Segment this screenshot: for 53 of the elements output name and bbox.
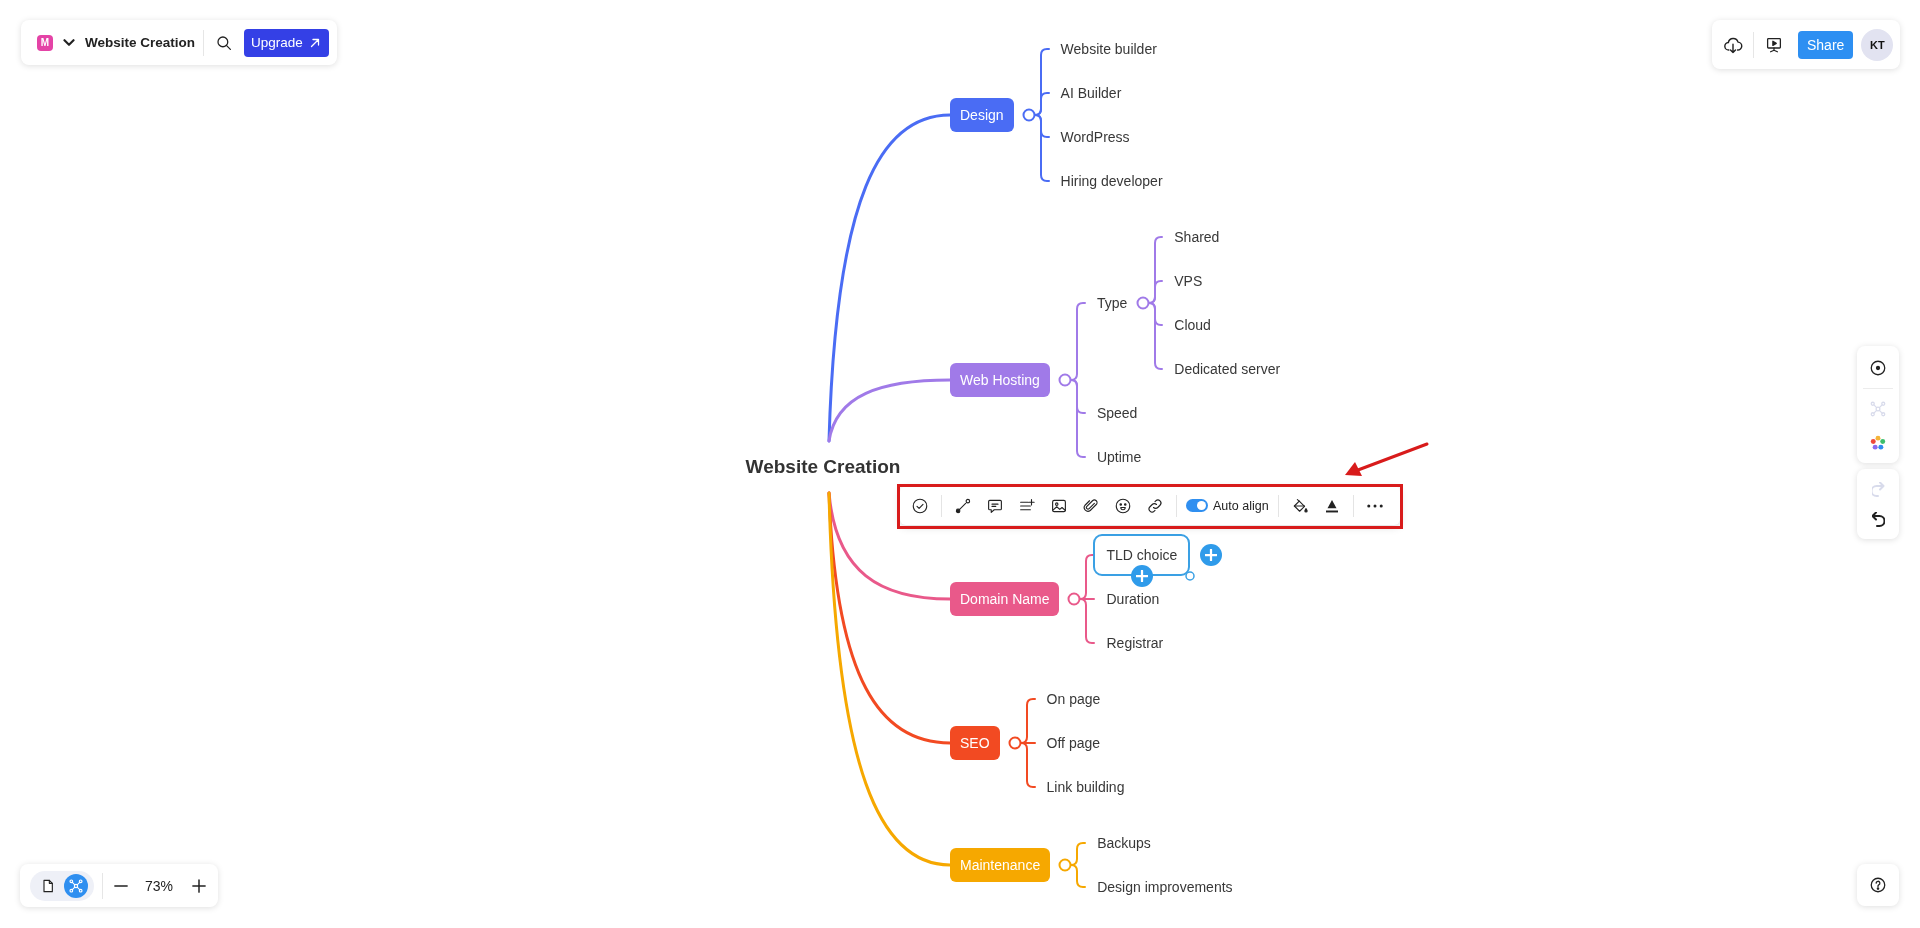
central-topic[interactable]: Website Creation bbox=[737, 451, 909, 483]
junction-ring-icon[interactable] bbox=[1136, 296, 1150, 310]
app-logo[interactable]: M bbox=[37, 34, 53, 51]
more-icon bbox=[1366, 503, 1383, 508]
minus-icon bbox=[114, 884, 128, 887]
topic-node[interactable]: Design bbox=[950, 98, 1014, 132]
add-child-button[interactable] bbox=[1200, 544, 1223, 566]
subtopic-text[interactable]: Website builder bbox=[1060, 40, 1157, 58]
plus-icon bbox=[1135, 570, 1148, 582]
auto-align-toggle[interactable]: Auto align bbox=[1184, 491, 1271, 520]
connection-icon bbox=[954, 496, 972, 515]
chevron-down-icon bbox=[63, 39, 75, 46]
subtopic-text[interactable]: Type bbox=[1096, 294, 1128, 312]
subtopic-text[interactable]: VPS bbox=[1174, 272, 1203, 290]
subtopic-text[interactable]: Off page bbox=[1046, 734, 1101, 752]
subtopic-text[interactable]: Design improvements bbox=[1097, 878, 1233, 896]
subtopic-text[interactable]: Speed bbox=[1096, 404, 1138, 422]
smiley-icon bbox=[1114, 496, 1132, 515]
connector-line bbox=[1070, 864, 1087, 888]
mind-map-icon bbox=[68, 877, 84, 894]
subtopic-text[interactable]: Hiring developer bbox=[1060, 172, 1163, 190]
user-avatar[interactable]: KT bbox=[1861, 28, 1894, 61]
subtopic-text[interactable]: Duration bbox=[1106, 590, 1160, 608]
subtopic-text[interactable]: Backups bbox=[1097, 834, 1151, 852]
presentation-icon bbox=[1765, 35, 1783, 54]
subtopic-text[interactable]: Uptime bbox=[1096, 448, 1142, 466]
search-icon bbox=[215, 33, 234, 52]
junction-ring-icon[interactable] bbox=[1068, 592, 1081, 606]
junction-ring-icon[interactable] bbox=[1058, 373, 1072, 387]
subtopic-text[interactable]: Link building bbox=[1046, 778, 1125, 796]
plus-icon bbox=[1205, 549, 1218, 561]
subtopic-text[interactable]: Cloud bbox=[1174, 316, 1211, 334]
subtopic-text[interactable]: Dedicated server bbox=[1174, 360, 1281, 378]
subtopic-text[interactable]: Registrar bbox=[1106, 634, 1164, 652]
toggle-switch[interactable] bbox=[1186, 499, 1208, 512]
document-icon bbox=[40, 877, 56, 894]
paperclip-icon bbox=[1082, 496, 1100, 515]
topic-node[interactable]: SEO bbox=[950, 726, 1000, 760]
junction-ring-icon[interactable] bbox=[1022, 108, 1036, 122]
upgrade-button[interactable]: Upgrade bbox=[244, 28, 329, 57]
link-icon bbox=[1146, 496, 1164, 515]
subtopic-text[interactable]: AI Builder bbox=[1060, 84, 1122, 102]
help-icon bbox=[1869, 876, 1887, 894]
zoom-level[interactable]: 73% bbox=[145, 877, 174, 894]
subtopic-text[interactable]: Shared bbox=[1174, 228, 1220, 246]
document-title[interactable]: Website Creation bbox=[85, 35, 196, 50]
junction-ring-icon[interactable] bbox=[1008, 736, 1022, 750]
plus-icon bbox=[192, 878, 207, 893]
check-circle-icon bbox=[911, 496, 929, 515]
selected-subtopic[interactable]: TLD choice bbox=[1093, 534, 1191, 576]
subtopic-text[interactable]: On page bbox=[1046, 690, 1101, 708]
subtopic-text[interactable]: WordPress bbox=[1060, 128, 1130, 146]
resize-handle-icon[interactable] bbox=[1185, 571, 1196, 581]
